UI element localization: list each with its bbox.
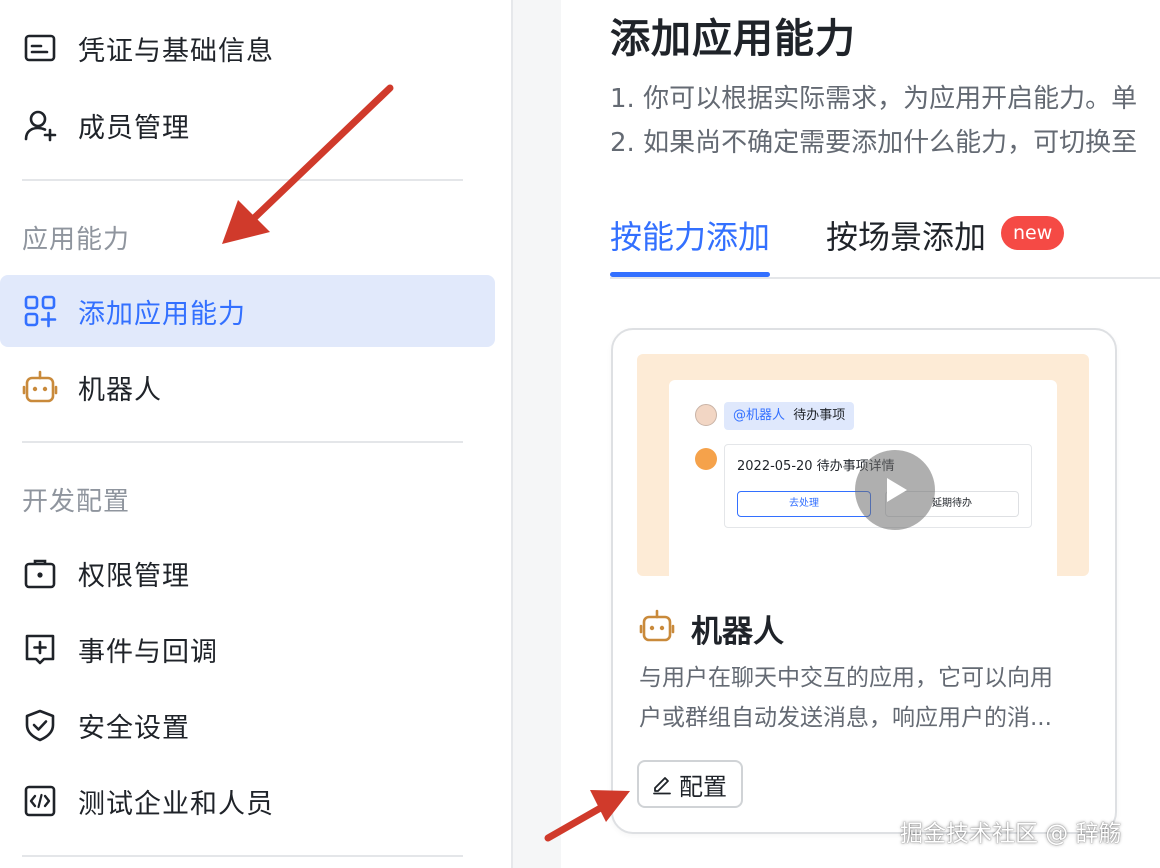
user-avatar [695, 404, 717, 426]
sidebar-divider [22, 441, 463, 443]
briefcase-lock-icon [22, 555, 58, 591]
sidebar-item-label: 安全设置 [78, 712, 190, 744]
edit-icon [653, 777, 671, 795]
play-icon[interactable] [855, 450, 935, 530]
code-box-icon [22, 783, 58, 819]
event-plus-icon [22, 631, 58, 667]
robot-avatar-icon [695, 448, 717, 470]
sidebar-divider [22, 855, 463, 857]
sidebar-item-permissions[interactable]: 权限管理 [0, 537, 495, 609]
watermark: 掘金技术社区 @ 辞觞 [900, 821, 1122, 847]
sidebar-item-events[interactable]: 事件与回调 [0, 613, 495, 685]
sidebar-divider [22, 179, 463, 181]
shield-check-icon [22, 707, 58, 743]
page-title: 添加应用能力 [610, 16, 856, 62]
sidebar-item-label: 机器人 [78, 374, 162, 406]
card-description: 与用户在聊天中交互的应用，它可以向用 户或群组自动发送消息，响应用户的消... [639, 658, 1087, 738]
sidebar-item-label: 权限管理 [78, 560, 190, 592]
content-gutter [513, 0, 561, 868]
card-description-line: 与用户在聊天中交互的应用，它可以向用 [639, 665, 1053, 691]
sidebar-item-add-capability[interactable]: 添加应用能力 [0, 275, 495, 347]
sidebar: 凭证与基础信息 成员管理 应用能力 添加应用能力 机器人 开发配置 权限管理 事… [0, 0, 511, 868]
sidebar-group-title-dev: 开发配置 [22, 487, 131, 517]
robot-icon [639, 608, 675, 644]
sidebar-item-members[interactable]: 成员管理 [0, 89, 495, 161]
config-button-label: 配置 [679, 772, 727, 801]
sidebar-item-robot[interactable]: 机器人 [0, 351, 495, 423]
chat-mockup: @机器人 待办事项 2022-05-20 待办事项详情 去处理 延期待办 [669, 380, 1057, 576]
config-button[interactable]: 配置 [637, 760, 743, 808]
sidebar-item-label: 测试企业和人员 [78, 788, 274, 820]
credential-icon [22, 30, 58, 66]
new-badge: new [1001, 216, 1065, 250]
robot-icon [22, 369, 58, 405]
sidebar-item-label: 添加应用能力 [78, 298, 246, 330]
app-grid-add-icon [22, 293, 58, 329]
mention-chip: @机器人 待办事项 [724, 402, 855, 430]
sidebar-item-label: 凭证与基础信息 [78, 35, 274, 67]
tab-by-scenario[interactable]: 按场景添加 [826, 212, 986, 258]
sidebar-group-title-app: 应用能力 [22, 225, 131, 255]
card-title: 机器人 [691, 614, 784, 650]
page-description-line-1: 1. 你可以根据实际需求，为应用开启能力。单 [610, 84, 1138, 114]
main-content: 添加应用能力 1. 你可以根据实际需求，为应用开启能力。单 2. 如果尚不确定需… [561, 0, 1160, 868]
active-tab-indicator [610, 272, 770, 277]
capability-card-robot[interactable]: @机器人 待办事项 2022-05-20 待办事项详情 去处理 延期待办 机器人… [611, 328, 1117, 834]
tab-by-capability[interactable]: 按能力添加 [610, 212, 770, 258]
page-description-line-2: 2. 如果尚不确定需要添加什么能力，可切换至 [610, 128, 1138, 158]
sidebar-item-credentials[interactable]: 凭证与基础信息 [0, 12, 495, 84]
member-add-icon [22, 107, 58, 143]
sidebar-item-test-tenant[interactable]: 测试企业和人员 [0, 765, 495, 837]
sidebar-item-label: 成员管理 [78, 112, 190, 144]
preview-process-button: 去处理 [737, 491, 871, 517]
sidebar-item-label: 事件与回调 [78, 636, 218, 668]
sidebar-item-security[interactable]: 安全设置 [0, 689, 495, 761]
card-description-line: 户或群组自动发送消息，响应用户的消... [639, 705, 1052, 731]
tabs-divider [610, 277, 1160, 279]
video-preview[interactable]: @机器人 待办事项 2022-05-20 待办事项详情 去处理 延期待办 [637, 354, 1089, 576]
